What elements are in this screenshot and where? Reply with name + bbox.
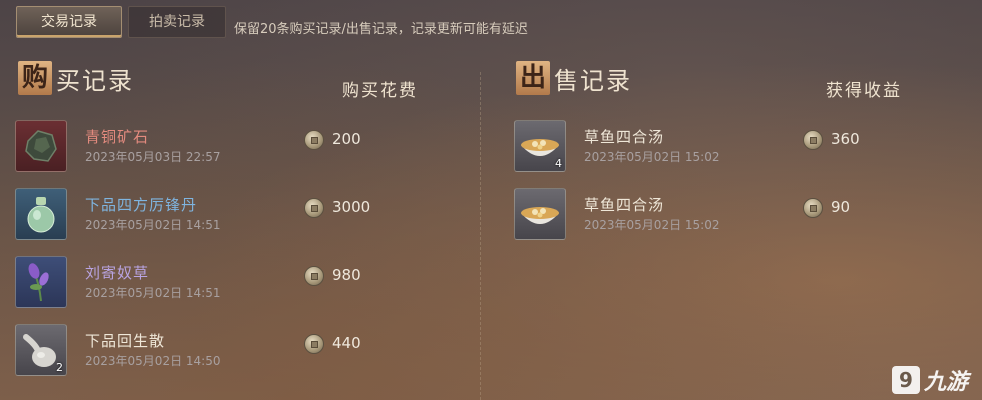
item-time: 2023年05月03日 22:57 [85,150,221,164]
item-name: 下品四方厉锋丹 [85,196,198,214]
purchase-cost-header: 购买花费 [342,81,418,101]
sale-title-text: 售记录 [554,66,632,95]
item-name: 下品回生散 [85,332,166,350]
item-time: 2023年05月02日 15:02 [584,150,720,164]
item-name: 刘寄奴草 [85,264,150,282]
purchase-title-mark: 购 [18,61,52,95]
records-notice: 保留20条购买记录/出售记录，记录更新可能有延迟 [234,22,528,37]
jiuyou-logo-icon: 9 [891,366,920,394]
purchase-title: 购 买记录 [18,58,134,98]
gourd-icon: 2 [15,324,67,376]
purchase-amount: 200 [332,130,361,148]
tab-trade-records[interactable]: 交易记录 [16,6,122,38]
copper-coin-icon [304,130,324,150]
sale-row[interactable]: 草鱼四合汤 2023年05月02日 15:02 90 [514,188,954,254]
sale-title: 出 售记录 [516,58,632,98]
item-time: 2023年05月02日 14:51 [85,286,221,300]
copper-coin-icon [803,198,823,218]
copper-coin-icon [304,334,324,354]
sale-income-header: 获得收益 [826,81,902,101]
item-name: 草鱼四合汤 [584,196,665,214]
purchase-amount: 440 [332,334,361,352]
sale-amount: 360 [831,130,860,148]
copper-coin-icon [304,198,324,218]
item-time: 2023年05月02日 15:02 [584,218,720,232]
purchase-title-text: 买记录 [56,66,134,95]
sale-amount: 90 [831,198,851,216]
section-divider [480,72,482,400]
item-time: 2023年05月02日 14:51 [85,218,221,232]
soup-bowl-icon [514,188,566,240]
purchase-row[interactable]: 2 下品回生散 2023年05月02日 14:50 440 [15,324,455,390]
top-bar: 交易记录 拍卖记录 保留20条购买记录/出售记录，记录更新可能有延迟 [0,0,982,42]
copper-coin-icon [803,130,823,150]
copper-coin-icon [304,266,324,286]
item-quantity: 2 [56,361,63,374]
soup-bowl-icon: 4 [514,120,566,172]
sale-title-mark: 出 [516,61,550,95]
item-quantity: 4 [555,157,562,170]
tab-auction-records[interactable]: 拍卖记录 [128,6,226,38]
purchase-row[interactable]: 青铜矿石 2023年05月03日 22:57 200 [15,120,455,186]
item-name: 青铜矿石 [85,128,150,146]
purchase-row[interactable]: 下品四方厉锋丹 2023年05月02日 14:51 3000 [15,188,455,254]
item-time: 2023年05月02日 14:50 [85,354,221,368]
sale-row[interactable]: 4 草鱼四合汤 2023年05月02日 15:02 360 [514,120,954,186]
pill-bottle-icon [15,188,67,240]
purchase-row[interactable]: 刘寄奴草 2023年05月02日 14:51 980 [15,256,455,322]
jiuyou-watermark: 9 九游 [891,364,968,396]
herb-icon [15,256,67,308]
purchase-amount: 3000 [332,198,371,216]
purchase-amount: 980 [332,266,361,284]
item-name: 草鱼四合汤 [584,128,665,146]
ore-icon [15,120,67,172]
watermark-text: 九游 [923,370,968,395]
